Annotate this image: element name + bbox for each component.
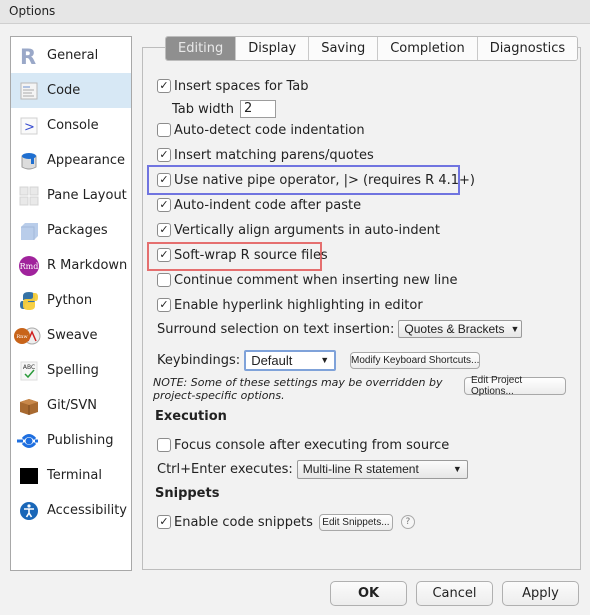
title-bar: Options bbox=[0, 0, 590, 24]
sidebar-item-general[interactable]: R General bbox=[11, 38, 131, 73]
tab-width-input[interactable]: 2 bbox=[239, 100, 276, 118]
focus-console-option: Focus console after executing from sourc… bbox=[157, 436, 449, 454]
surround-selection-option: Surround selection on text insertion: Qu… bbox=[157, 320, 523, 338]
package-cube-icon bbox=[18, 220, 40, 242]
sidebar-item-publishing[interactable]: Publishing bbox=[11, 423, 131, 458]
window-title: Options bbox=[9, 4, 56, 18]
git-box-icon bbox=[18, 395, 40, 417]
tab-completion[interactable]: Completion bbox=[378, 37, 478, 60]
ok-button[interactable]: OK bbox=[330, 581, 407, 606]
chevron-down-icon: ▼ bbox=[320, 355, 330, 365]
native-pipe-option: ✓ Use native pipe operator, |> (requires… bbox=[157, 171, 475, 189]
sidebar-item-console[interactable]: > Console bbox=[11, 108, 131, 143]
keybindings-option: Keybindings: Default ▼ Modify Keyboard S… bbox=[157, 349, 481, 371]
ctrl-enter-select[interactable]: Multi-line R statement ▼ bbox=[296, 459, 468, 479]
vertical-align-option: ✓ Vertically align arguments in auto-ind… bbox=[157, 221, 440, 239]
modify-keyboard-shortcuts-button[interactable]: Modify Keyboard Shortcuts... bbox=[350, 351, 481, 369]
enable-snippets-option: ✓ Enable code snippets Edit Snippets... … bbox=[157, 513, 415, 531]
chevron-down-icon: ▼ bbox=[510, 324, 520, 334]
sidebar-item-terminal[interactable]: Terminal bbox=[11, 458, 131, 493]
sidebar-item-accessibility[interactable]: Accessibility bbox=[11, 493, 131, 528]
sidebar-item-python[interactable]: Python bbox=[11, 283, 131, 318]
sidebar-item-code[interactable]: Code bbox=[11, 73, 131, 108]
execution-heading: Execution bbox=[155, 409, 227, 424]
snippets-heading: Snippets bbox=[155, 486, 220, 501]
focus-console-checkbox[interactable] bbox=[157, 438, 171, 452]
console-prompt-icon: > bbox=[18, 115, 40, 137]
sidebar-item-spelling[interactable]: ABC Spelling bbox=[11, 353, 131, 388]
ctrl-enter-option: Ctrl+Enter executes: Multi-line R statem… bbox=[157, 459, 468, 479]
tab-width-option: Tab width 2 bbox=[172, 100, 276, 118]
edit-project-options-button[interactable]: Edit Project Options... bbox=[464, 375, 566, 397]
vertical-align-checkbox[interactable]: ✓ bbox=[157, 223, 171, 237]
sidebar-item-packages[interactable]: Packages bbox=[11, 213, 131, 248]
edit-snippets-button[interactable]: Edit Snippets... bbox=[318, 513, 393, 531]
insert-spaces-checkbox[interactable]: ✓ bbox=[157, 79, 171, 93]
tab-bar: Editing Display Saving Completion Diagno… bbox=[165, 36, 579, 61]
auto-indent-paste-checkbox[interactable]: ✓ bbox=[157, 198, 171, 212]
terminal-icon bbox=[18, 465, 40, 487]
svg-text:R: R bbox=[20, 46, 36, 66]
soft-wrap-option: ✓ Soft-wrap R source files bbox=[157, 246, 328, 264]
matching-parens-checkbox[interactable]: ✓ bbox=[157, 148, 171, 162]
tab-diagnostics[interactable]: Diagnostics bbox=[477, 37, 578, 60]
auto-indent-paste-option: ✓ Auto-indent code after paste bbox=[157, 196, 361, 214]
auto-detect-checkbox[interactable] bbox=[157, 123, 171, 137]
continue-comment-checkbox[interactable] bbox=[157, 273, 171, 287]
sidebar-item-r-markdown[interactable]: Rmd R Markdown bbox=[11, 248, 131, 283]
accessibility-icon bbox=[18, 500, 40, 522]
paint-bucket-icon bbox=[18, 150, 40, 172]
surround-selection-select[interactable]: Quotes & Brackets ▼ bbox=[398, 320, 523, 338]
svg-text:>: > bbox=[24, 120, 35, 135]
native-pipe-checkbox[interactable]: ✓ bbox=[157, 173, 171, 187]
options-sidebar: R General Code > Console Appearance Pane… bbox=[10, 36, 132, 571]
insert-spaces-option: ✓ Insert spaces for Tab bbox=[157, 77, 308, 95]
soft-wrap-checkbox[interactable]: ✓ bbox=[157, 248, 171, 262]
matching-parens-option: ✓ Insert matching parens/quotes bbox=[157, 146, 374, 164]
tab-saving[interactable]: Saving bbox=[309, 37, 379, 60]
hyperlink-option: ✓ Enable hyperlink highlighting in edito… bbox=[157, 296, 423, 314]
pane-grid-icon bbox=[18, 185, 40, 207]
python-icon bbox=[18, 290, 40, 312]
sidebar-item-git-svn[interactable]: Git/SVN bbox=[11, 388, 131, 423]
apply-button[interactable]: Apply bbox=[502, 581, 579, 606]
enable-snippets-checkbox[interactable]: ✓ bbox=[157, 515, 171, 529]
sweave-pdf-icon: Rnw bbox=[14, 325, 42, 347]
keybindings-select[interactable]: Default ▼ bbox=[244, 349, 337, 371]
auto-detect-option: Auto-detect code indentation bbox=[157, 121, 365, 139]
rmd-icon: Rmd bbox=[18, 255, 40, 277]
help-icon[interactable]: ? bbox=[400, 515, 415, 529]
r-logo-icon: R bbox=[18, 45, 40, 67]
svg-text:Rnw: Rnw bbox=[16, 334, 28, 340]
sidebar-item-pane-layout[interactable]: Pane Layout bbox=[11, 178, 131, 213]
sidebar-item-appearance[interactable]: Appearance bbox=[11, 143, 131, 178]
cancel-button[interactable]: Cancel bbox=[416, 581, 493, 606]
continue-comment-option: Continue comment when inserting new line bbox=[157, 271, 458, 289]
project-override-note: NOTE: Some of these settings may be over… bbox=[153, 376, 443, 402]
chevron-down-icon: ▼ bbox=[452, 464, 462, 474]
hyperlink-checkbox[interactable]: ✓ bbox=[157, 298, 171, 312]
svg-text:Rmd: Rmd bbox=[20, 262, 39, 271]
sidebar-item-sweave[interactable]: Rnw Sweave bbox=[11, 318, 131, 353]
publishing-icon bbox=[16, 430, 38, 452]
tab-editing[interactable]: Editing bbox=[166, 37, 237, 60]
spelling-abc-icon: ABC bbox=[18, 360, 40, 382]
tab-display[interactable]: Display bbox=[236, 37, 310, 60]
code-document-icon bbox=[18, 80, 40, 102]
